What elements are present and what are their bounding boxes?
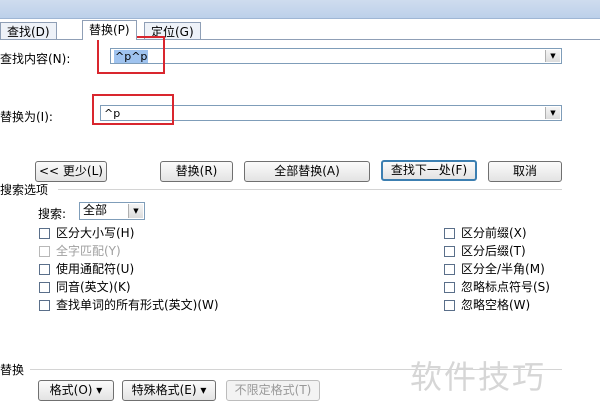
match-width-checkbox[interactable]: 区分全/半角(M) [444,262,545,276]
search-scope-select[interactable]: 全部 ▼ [79,202,145,220]
search-scope-arrow-icon[interactable]: ▼ [128,204,143,218]
find-highlight-box [97,36,165,74]
all-word-forms-checkbox[interactable]: 查找单词的所有形式(英文)(W) [39,298,219,312]
match-width-label: 区分全/半角(M) [461,262,545,276]
checkbox-icon [444,300,455,311]
replace-label: 替换为(I): [0,110,53,124]
checkbox-icon [39,282,50,293]
search-options-divider [58,189,562,190]
ignore-punctuation-label: 忽略标点符号(S) [461,280,550,294]
search-scope-label: 搜索: [38,207,67,221]
replace-dropdown-arrow-icon[interactable]: ▼ [545,107,560,119]
checkbox-icon [444,228,455,239]
whole-word-label: 全字匹配(Y) [56,244,121,258]
replace-highlight-box [92,94,174,125]
ignore-space-label: 忽略空格(W) [461,298,531,312]
checkbox-icon [39,228,50,239]
wildcards-checkbox[interactable]: 使用通配符(U) [39,262,134,276]
checkbox-icon [39,264,50,275]
match-case-label: 区分大小写(H) [56,226,135,240]
whole-word-checkbox: 全字匹配(Y) [39,244,121,258]
special-format-button[interactable]: 特殊格式(E) ▾ [122,380,216,401]
ignore-space-checkbox[interactable]: 忽略空格(W) [444,298,530,312]
find-label: 查找内容(N): [0,52,71,66]
tab-find[interactable]: 查找(D) [0,22,57,40]
match-suffix-label: 区分后缀(T) [461,244,526,258]
watermark-text: 软件技巧 [410,358,547,396]
checkbox-icon [39,246,50,257]
match-suffix-checkbox[interactable]: 区分后缀(T) [444,244,526,258]
checkbox-icon [444,264,455,275]
wildcards-label: 使用通配符(U) [56,262,135,276]
search-options-title: 搜索选项 [0,183,49,197]
match-prefix-checkbox[interactable]: 区分前缀(X) [444,226,527,240]
sounds-like-checkbox[interactable]: 同音(英文)(K) [39,280,131,294]
replace-all-button[interactable]: 全部替换(A) [244,161,370,182]
less-button[interactable]: << 更少(L) [35,161,107,182]
find-combo[interactable]: ^p^p ▼ [110,48,562,64]
match-prefix-label: 区分前缀(X) [461,226,527,240]
checkbox-icon [39,300,50,311]
find-dropdown-arrow-icon[interactable]: ▼ [545,50,560,62]
find-next-button[interactable]: 查找下一处(F) [381,160,477,181]
replace-section-title: 替换 [0,363,25,377]
no-formatting-button: 不限定格式(T) [226,380,320,401]
format-button[interactable]: 格式(O) ▾ [38,380,114,401]
search-scope-value: 全部 [83,203,108,217]
replace-button[interactable]: 替换(R) [160,161,233,182]
all-word-forms-label: 查找单词的所有形式(英文)(W) [56,298,219,312]
tab-replace[interactable]: 替换(P) [82,20,137,40]
checkbox-icon [444,282,455,293]
match-case-checkbox[interactable]: 区分大小写(H) [39,226,134,240]
ignore-punctuation-checkbox[interactable]: 忽略标点符号(S) [444,280,550,294]
checkbox-icon [444,246,455,257]
dialog-title-bar [0,0,600,19]
sounds-like-label: 同音(英文)(K) [56,280,131,294]
cancel-button[interactable]: 取消 [488,161,562,182]
